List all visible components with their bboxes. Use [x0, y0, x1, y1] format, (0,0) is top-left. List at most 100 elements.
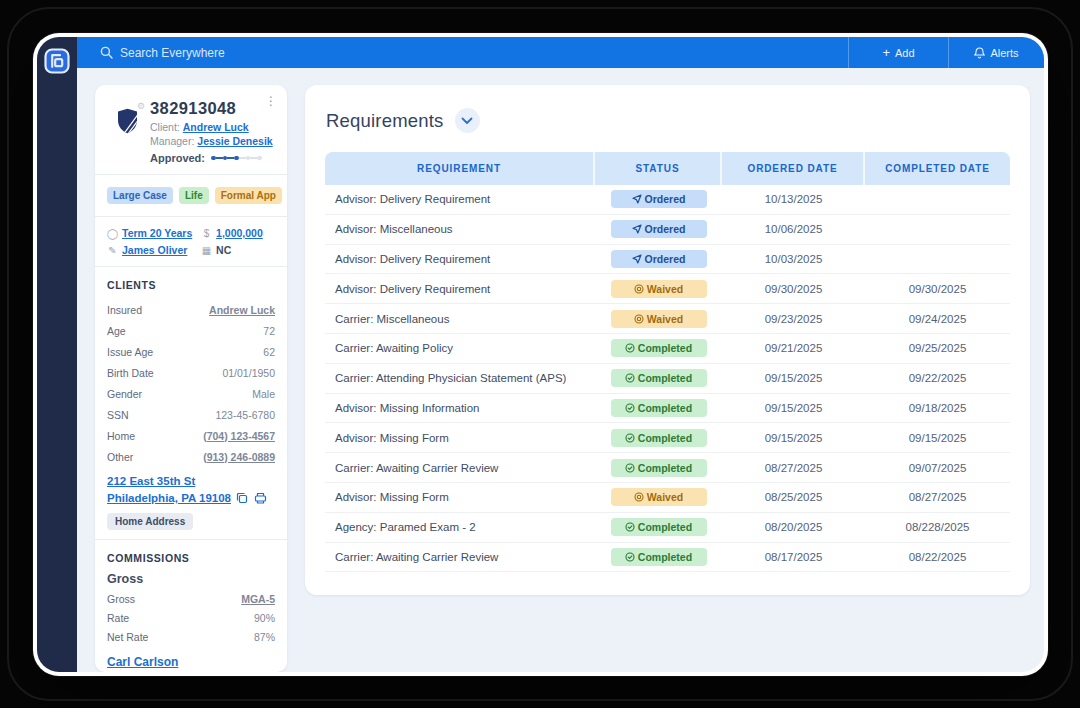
field-row: Home (704) 123-4567	[107, 425, 275, 446]
completed-date: 08/22/2025	[865, 551, 1010, 563]
address-link[interactable]: 212 East 35th StPhiladelphia, PA 19108	[107, 475, 231, 504]
requirement-row[interactable]: Advisor: Missing FormCompleted09/15/2025…	[325, 423, 1010, 453]
field-label: Issue Age	[107, 346, 153, 358]
nav-rail	[37, 37, 77, 672]
completed-date: 09/07/2025	[865, 462, 1010, 474]
field-row: Net Rate87%	[107, 628, 275, 647]
status-cell: Completed	[595, 369, 722, 387]
collapse-requirements-button[interactable]	[455, 108, 480, 133]
requirement-row[interactable]: Advisor: Missing Information Completed 09/…	[325, 394, 1010, 424]
requirement-row[interactable]: Agency: Paramed Exam - 2Completed08/20/2…	[325, 513, 1010, 543]
status-badge: Completed	[611, 429, 707, 447]
field-label: Gross	[107, 593, 135, 605]
completed-date: 09/22/2025	[865, 372, 1010, 384]
field-label: Net Rate	[107, 631, 148, 643]
ordered-date: 08/27/2025	[722, 462, 865, 474]
requirements-panel: Requirements REQUIREMENTSTATUSORDERED DA…	[305, 85, 1030, 595]
case-tag: Life	[179, 187, 209, 204]
approved-label: Approved:	[150, 152, 205, 164]
address-type-chip: Home Address	[107, 513, 193, 530]
panel-title: Requirements	[326, 110, 444, 132]
column-header: REQUIREMENT	[325, 152, 595, 185]
ordered-date: 09/15/2025	[722, 372, 865, 384]
requirement-row[interactable]: Advisor: Delivery RequirementWaived09/30…	[325, 274, 1010, 304]
commissions-section-title: COMMISSIONS	[107, 552, 275, 564]
completed-date: 08/27/2025	[865, 491, 1010, 503]
requirement-name: Carrier: Miscellaneous	[325, 313, 595, 325]
status-badge: Completed	[611, 518, 707, 536]
carrier-shield-icon	[117, 120, 138, 137]
requirement-row[interactable]: Advisor: Delivery RequirementOrdered10/0…	[325, 245, 1010, 275]
status-badge: Completed	[611, 548, 707, 566]
requirement-name: Advisor: Delivery Requirement	[325, 193, 595, 205]
requirement-name: Carrier: Awaiting Carrier Review	[325, 551, 595, 563]
requirement-name: Agency: Paramed Exam - 2	[325, 521, 595, 533]
status-cell: Ordered	[595, 220, 722, 238]
requirement-name: Carrier: Attending Physician Statement (…	[325, 372, 595, 384]
requirement-row[interactable]: Carrier: Awaiting PolicyCompleted09/21/2…	[325, 334, 1010, 364]
field-value-link[interactable]: (704) 123-4567	[203, 430, 275, 442]
manager-link[interactable]: Jessie Denesik	[197, 135, 272, 147]
policy-term-link[interactable]: Term 20 Years	[122, 227, 192, 239]
field-label: Other	[107, 451, 133, 463]
status-badge: Completed	[611, 399, 707, 417]
requirement-row[interactable]: Advisor: Delivery RequirementOrdered10/1…	[325, 185, 1010, 215]
ordered-date: 09/21/2025	[722, 342, 865, 354]
status-cell: Completed	[595, 339, 722, 357]
search-input[interactable]: Search Everywhere	[77, 46, 848, 60]
requirement-row[interactable]: Advisor: MiscellaneousOrdered10/06/2025	[325, 215, 1010, 245]
add-button[interactable]: + Add	[848, 37, 948, 68]
requirement-row[interactable]: Advisor: Missing FormWaived08/25/202508/…	[325, 483, 1010, 513]
status-badge: Completed	[611, 459, 707, 477]
ordered-date: 09/15/2025	[722, 402, 865, 414]
field-value: Male	[252, 388, 275, 400]
waived-status-icon	[634, 492, 644, 502]
ordered-date: 08/25/2025	[722, 491, 865, 503]
field-row: Age72	[107, 320, 275, 341]
ordered-date: 09/30/2025	[722, 283, 865, 295]
app-logo-icon[interactable]	[44, 48, 70, 672]
bell-icon	[974, 47, 985, 59]
requirement-row[interactable]: Carrier: MiscellaneousWaived09/23/202509…	[325, 304, 1010, 334]
field-value-link[interactable]: MGA-5	[241, 593, 275, 605]
field-value: 90%	[254, 612, 275, 624]
policy-state: NC	[216, 244, 231, 256]
field-value-link[interactable]: (913) 246-0889	[203, 451, 275, 463]
client-link[interactable]: Andrew Luck	[183, 121, 249, 133]
requirement-row[interactable]: Carrier: Awaiting Carrier Review Complete…	[325, 543, 1010, 573]
content-area: ⋮ ⚙	[77, 68, 1044, 672]
state-grid-icon: ▦	[201, 245, 212, 256]
field-value-link[interactable]: Andrew Luck	[209, 304, 275, 316]
case-tag: Formal App	[215, 187, 282, 204]
field-label: Home	[107, 430, 135, 442]
commission-agent-link[interactable]: Carl Carlson	[107, 655, 178, 669]
status-badge: Ordered	[611, 220, 707, 238]
ordered-date: 08/17/2025	[722, 551, 865, 563]
copy-icon[interactable]	[236, 492, 248, 509]
search-placeholder: Search Everywhere	[120, 46, 225, 60]
status-badge: Completed	[611, 339, 707, 357]
completed-date: 09/24/2025	[865, 313, 1010, 325]
completed-date: 09/18/2025	[865, 402, 1010, 414]
field-label: SSN	[107, 409, 129, 421]
requirement-name: Advisor: Missing Information	[325, 402, 595, 414]
field-value: 01/01/1950	[222, 367, 275, 379]
policy-type-icon: ◯	[107, 228, 118, 239]
completed-status-icon	[625, 343, 635, 353]
client-label: Client:	[150, 121, 180, 133]
policy-agent-link[interactable]: James Oliver	[122, 244, 187, 256]
waived-status-icon	[634, 314, 644, 324]
field-row: Other (913) 246-0889	[107, 446, 275, 467]
status-cell: Waived	[595, 310, 722, 328]
status-cell: Waived	[595, 280, 722, 298]
requirement-row[interactable]: Carrier: Awaiting Carrier ReviewComplete…	[325, 453, 1010, 483]
alerts-button[interactable]: Alerts	[948, 37, 1044, 68]
print-icon[interactable]	[254, 492, 267, 509]
policy-amount-link[interactable]: 1,000,000	[216, 227, 263, 239]
policy-summary: ◯Term 20 Years $1,000,000 ✎James Oliver …	[95, 217, 287, 266]
completed-status-icon	[625, 403, 635, 413]
requirement-row[interactable]: Carrier: Attending Physician Statement (…	[325, 364, 1010, 394]
manager-label: Manager:	[150, 135, 194, 147]
kebab-menu-icon[interactable]: ⋮	[265, 95, 277, 107]
status-badge: Ordered	[611, 190, 707, 208]
